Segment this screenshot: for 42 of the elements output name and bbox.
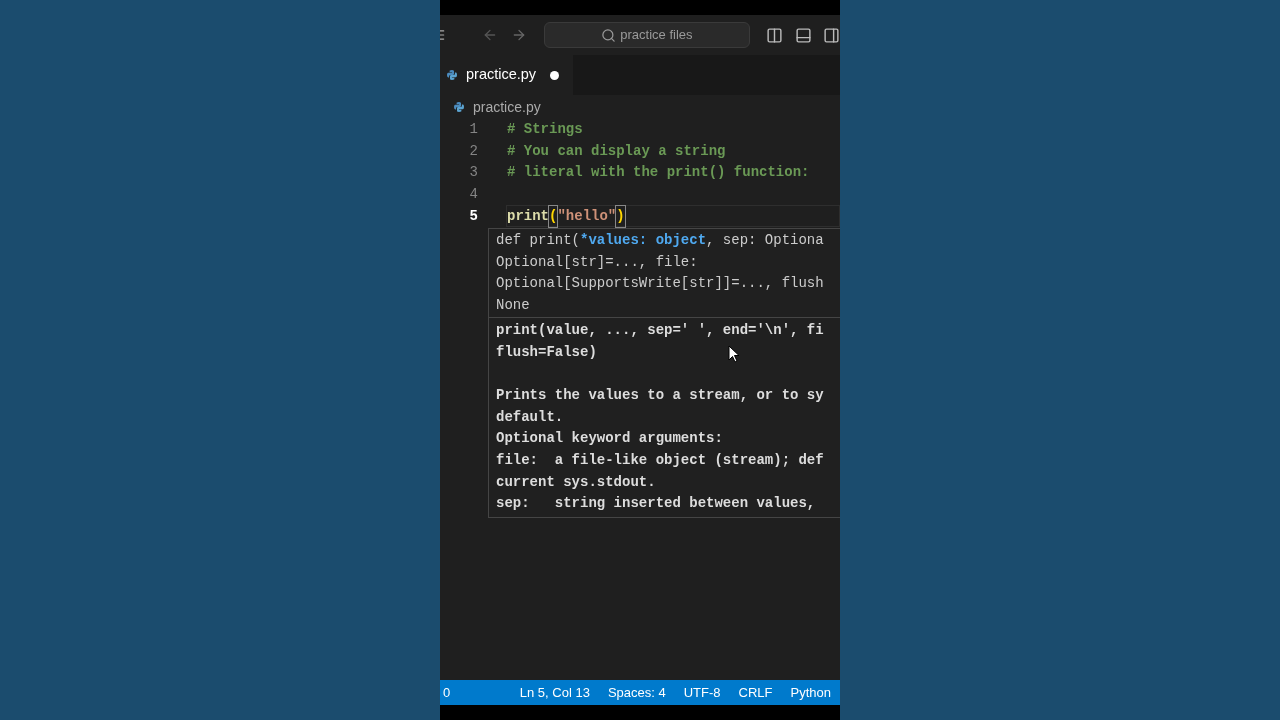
- code-token: ): [616, 205, 625, 227]
- python-file-icon: [446, 69, 458, 81]
- line-number: 2: [468, 141, 479, 161]
- status-item[interactable]: Python: [790, 682, 831, 703]
- doc-line: print(value, ..., sep=' ', end='\n', fi: [496, 321, 824, 341]
- search-text: practice files: [620, 26, 693, 45]
- line-number: 4: [468, 185, 479, 205]
- signature-line: Optional[SupportsWrite[str]]=..., flush: [496, 274, 825, 294]
- code-token: # Strings: [507, 120, 583, 140]
- editor-tab[interactable]: practice.py: [440, 55, 574, 95]
- code-token: "hello": [557, 206, 617, 226]
- sidebar-toggle-icon[interactable]: [766, 26, 783, 44]
- line-number: 1: [468, 120, 479, 140]
- code-token: print: [507, 206, 549, 226]
- search-field[interactable]: practice files: [543, 22, 750, 48]
- line-number: 5: [468, 206, 479, 226]
- code-token: # You can display a string: [507, 141, 726, 161]
- breadcrumb[interactable]: practice.py: [473, 96, 541, 118]
- doc-line: flush=False): [496, 342, 597, 362]
- doc-line: sep: string inserted between values,: [496, 494, 816, 514]
- signature-line: None: [496, 295, 531, 315]
- code-token: # literal with the print() function:: [507, 163, 810, 183]
- signature-line: def print(*values: object, sep: Optiona: [496, 231, 825, 250]
- doc-line: default.: [496, 407, 564, 427]
- status-item[interactable]: Ln 5, Col 13: [519, 682, 590, 703]
- doc-line: current sys.stdout.: [496, 472, 656, 492]
- search-icon: [601, 27, 617, 43]
- tab-label: practice.py: [466, 65, 537, 85]
- panel-toggle-icon[interactable]: [795, 26, 812, 44]
- signature-line: Optional[str]=..., file:: [496, 252, 699, 272]
- doc-line: Optional keyword arguments:: [496, 429, 723, 449]
- mouse-pointer-icon: [728, 345, 740, 363]
- status-item[interactable]: CRLF: [738, 682, 773, 703]
- status-item[interactable]: UTF-8: [683, 682, 721, 703]
- doc-line: Prints the values to a stream, or to sy: [496, 386, 824, 406]
- layout-icon[interactable]: [823, 26, 840, 44]
- status-item[interactable]: Spaces: 4: [607, 682, 666, 703]
- doc-line: file: a file-like object (stream); def: [496, 450, 824, 470]
- line-number: 3: [468, 163, 479, 183]
- python-file-icon: [453, 101, 465, 113]
- code-token: (: [549, 205, 558, 227]
- status-item[interactable]: 0: [443, 682, 451, 703]
